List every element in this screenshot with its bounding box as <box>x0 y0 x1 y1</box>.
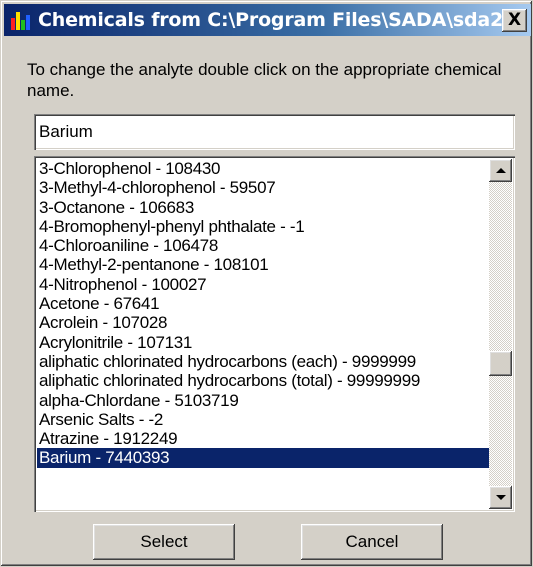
list-item[interactable]: 3-Octanone - 106683 <box>37 198 489 217</box>
cancel-button[interactable]: Cancel <box>301 524 443 560</box>
list-item[interactable]: 3-Methyl-4-chlorophenol - 59507 <box>37 178 489 197</box>
bar-chart-app-icon <box>10 9 32 31</box>
close-button[interactable]: X <box>502 8 527 32</box>
list-item[interactable]: Acetone - 67641 <box>37 294 489 313</box>
chemical-list-items: 3-Chlorophenol - 108430 3-Methyl-4-chloro… <box>37 159 489 509</box>
scroll-down-button[interactable] <box>489 486 512 509</box>
list-item[interactable]: Acrylonitrile - 107131 <box>37 333 489 352</box>
list-item[interactable]: 4-Chloroaniline - 106478 <box>37 236 489 255</box>
arrow-up-icon <box>495 168 506 173</box>
list-item[interactable]: 4-Bromophenyl-phenyl phthalate - -1 <box>37 217 489 236</box>
close-icon: X <box>507 10 522 30</box>
list-item[interactable]: Acrolein - 107028 <box>37 313 489 332</box>
title-bar[interactable]: Chemicals from C:\Program Files\SADA\sda… <box>4 4 531 36</box>
list-item[interactable]: aliphatic chlorinated hydrocarbons (tota… <box>37 371 489 390</box>
list-item[interactable]: alpha-Chlordane - 5103719 <box>37 391 489 410</box>
analyte-input[interactable] <box>34 114 515 150</box>
list-item[interactable]: Atrazine - 1912249 <box>37 429 489 448</box>
list-item[interactable]: 4-Nitrophenol - 100027 <box>37 275 489 294</box>
list-item-selected[interactable]: Barium - 7440393 <box>37 448 489 468</box>
list-item[interactable]: 4-Methyl-2-pentanone - 108101 <box>37 255 489 274</box>
arrow-down-icon <box>495 495 506 500</box>
chemicals-dialog: Chemicals from C:\Program Files\SADA\sda… <box>0 0 533 567</box>
list-item[interactable]: Arsenic Salts - -2 <box>37 410 489 429</box>
vertical-scrollbar[interactable] <box>489 159 512 509</box>
scroll-up-button[interactable] <box>489 159 512 182</box>
scrollbar-thumb[interactable] <box>489 351 512 376</box>
select-button[interactable]: Select <box>93 524 235 560</box>
list-item[interactable]: 3-Chlorophenol - 108430 <box>37 159 489 178</box>
window-title: Chemicals from C:\Program Files\SADA\sda… <box>38 9 502 31</box>
instructions-text: To change the analyte double click on th… <box>27 60 502 100</box>
chemical-listbox[interactable]: 3-Chlorophenol - 108430 3-Methyl-4-chloro… <box>34 156 515 512</box>
list-item[interactable]: aliphatic chlorinated hydrocarbons (each… <box>37 352 489 371</box>
